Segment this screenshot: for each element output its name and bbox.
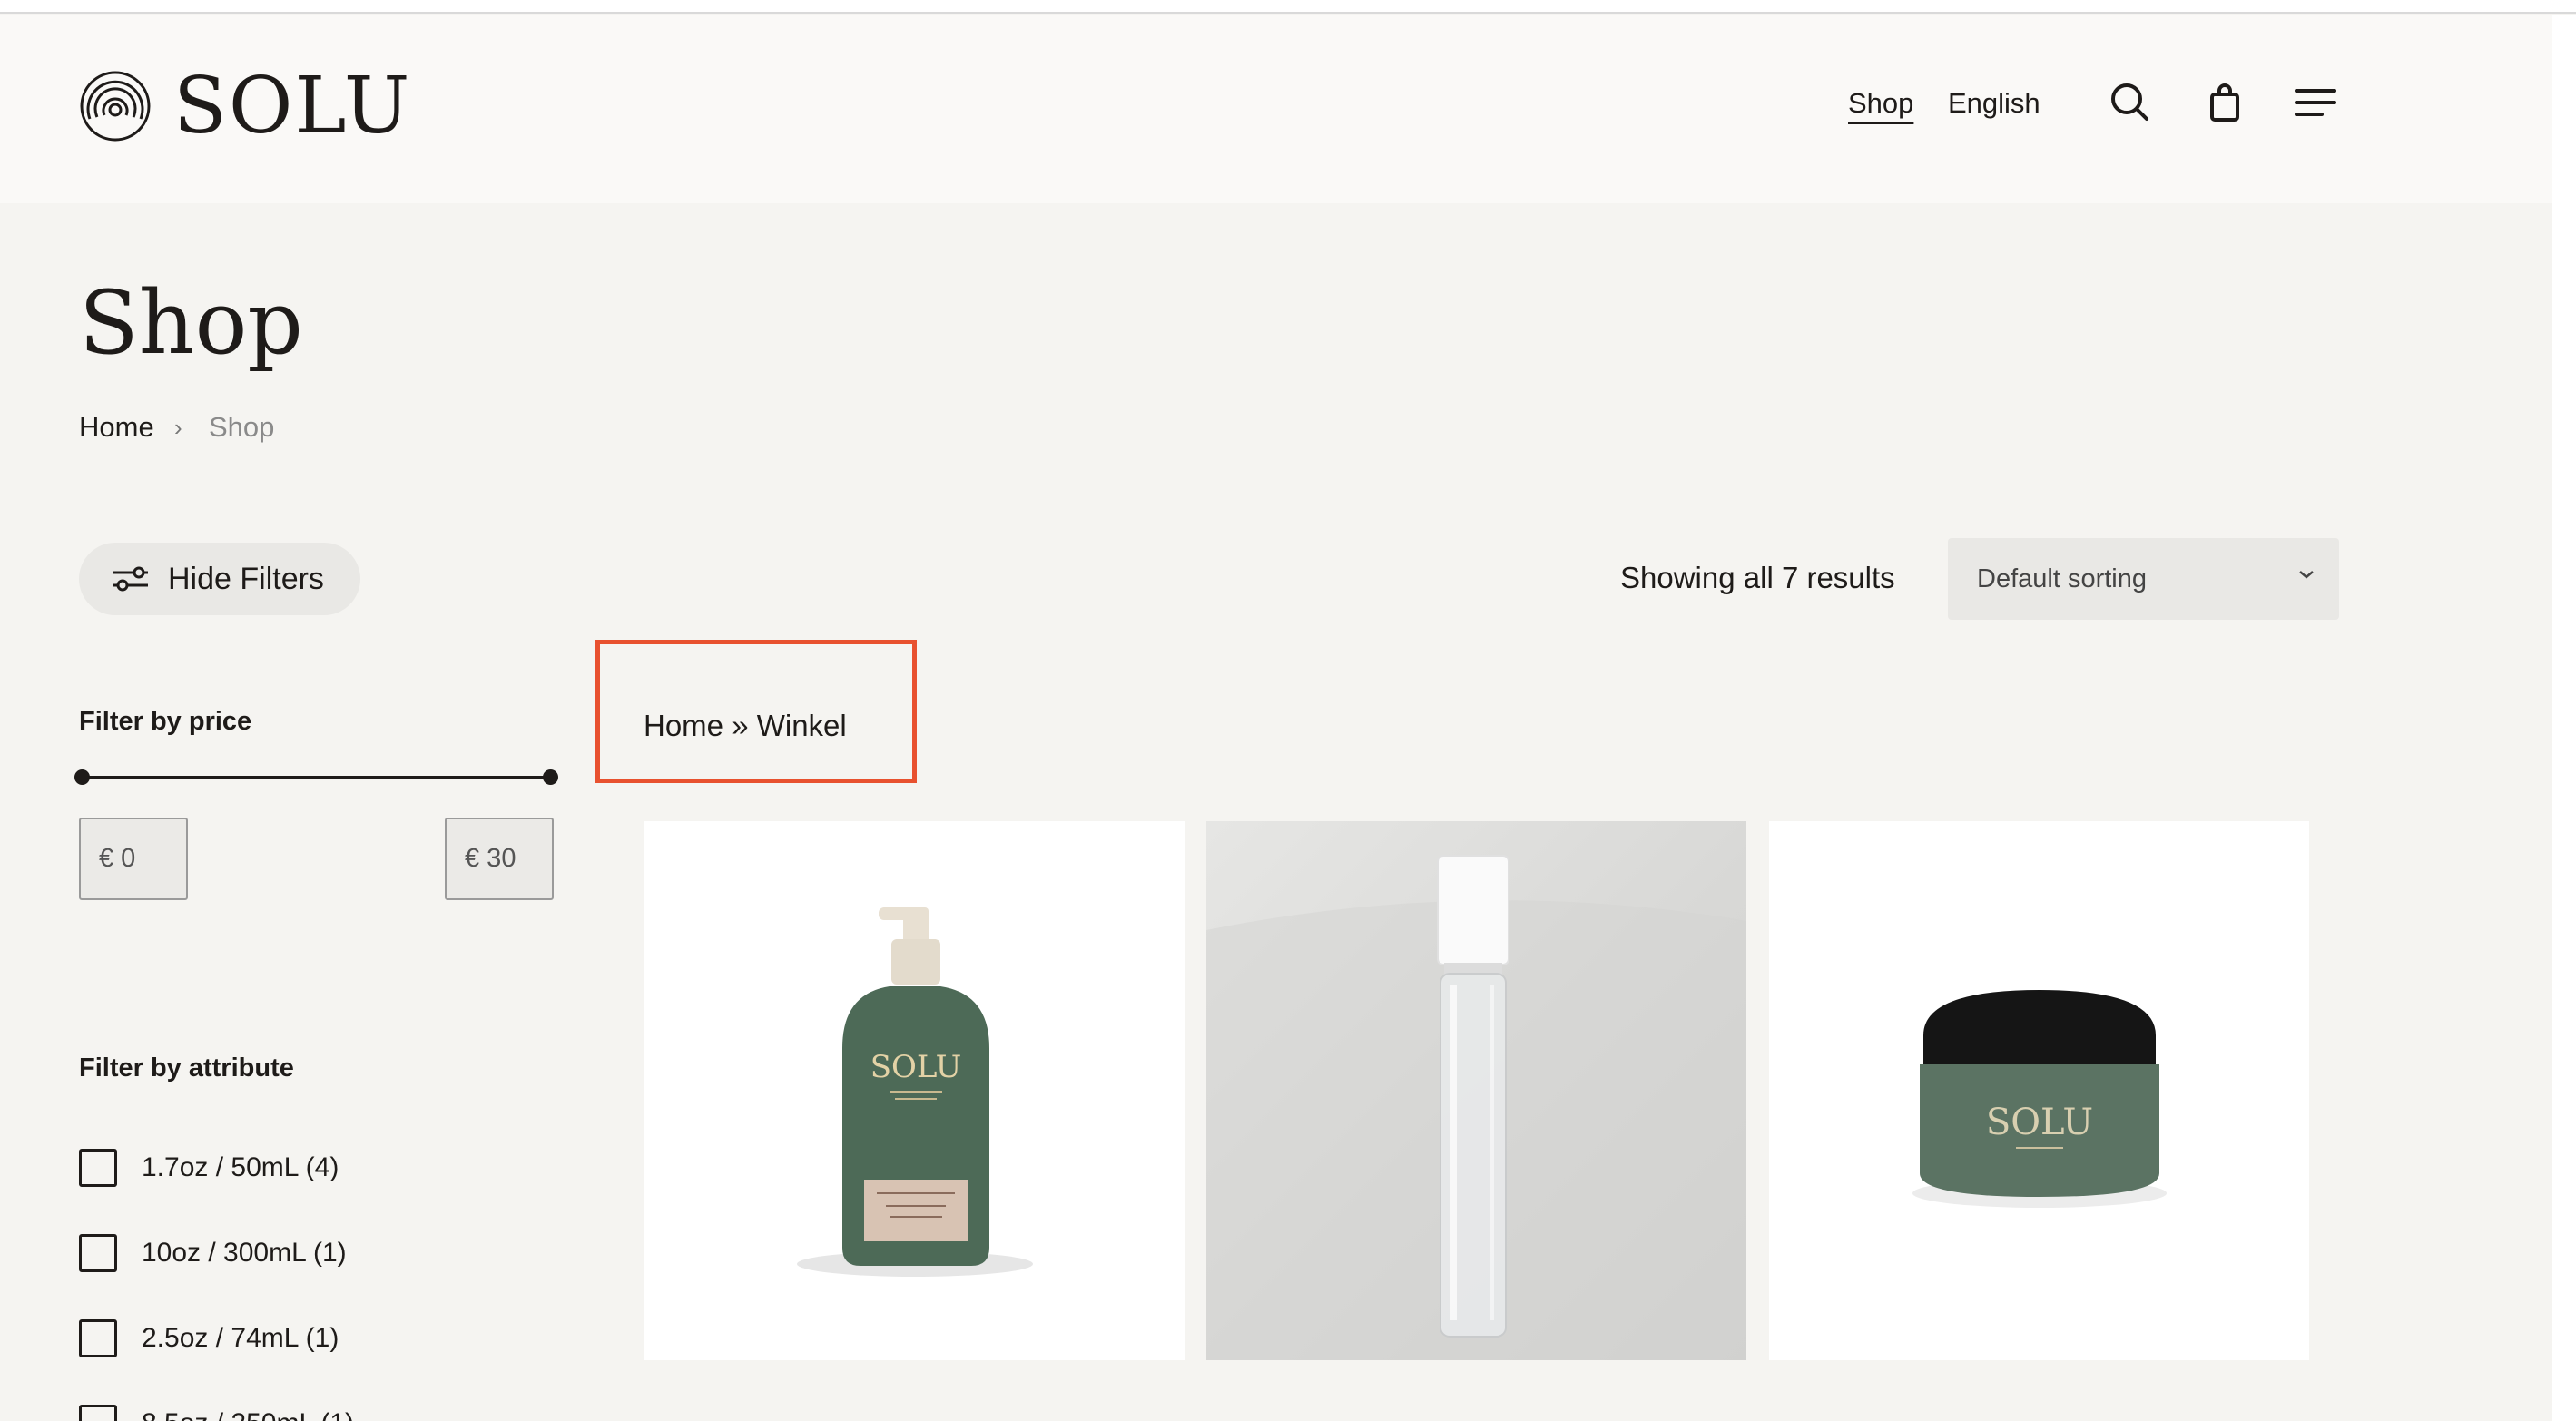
browser-top-line — [0, 0, 2576, 14]
breadcrumb-home[interactable]: Home — [79, 411, 154, 444]
bag-icon[interactable] — [2209, 83, 2240, 122]
site-logo[interactable]: SOLU — [79, 67, 411, 145]
product-image-jar: SOLU — [1912, 990, 2167, 1208]
attribute-option-label: 1.7oz / 50mL (4) — [142, 1152, 339, 1182]
logo-rings-icon — [80, 71, 151, 142]
product-card[interactable]: SOLU — [644, 821, 1185, 1360]
hide-filters-button[interactable]: Hide Filters — [79, 543, 360, 615]
sort-selected-value: Default sorting — [1977, 564, 2147, 593]
chevron-down-icon — [2299, 571, 2314, 579]
menu-icon[interactable] — [2295, 87, 2336, 118]
attribute-checkbox[interactable] — [79, 1405, 117, 1421]
page-title: Shop — [79, 272, 303, 374]
nav-shop-link[interactable]: Shop — [1848, 87, 1913, 120]
price-max-label: € 30 — [465, 844, 516, 873]
price-slider-max-handle[interactable] — [543, 769, 558, 785]
svg-text:SOLU: SOLU — [870, 1049, 962, 1085]
page-edge — [2552, 15, 2576, 1421]
product-image-pump-bottle: SOLU — [797, 907, 1033, 1277]
language-switcher[interactable]: English — [1948, 87, 2040, 120]
price-slider-track[interactable] — [82, 776, 550, 779]
attribute-option[interactable]: 10oz / 300mL (1) — [79, 1234, 347, 1272]
price-min-label: € 0 — [99, 844, 136, 873]
breadcrumb-separator: › — [174, 414, 182, 441]
svg-text:SOLU: SOLU — [1986, 1102, 2093, 1143]
seo-breadcrumb[interactable]: Home » Winkel — [644, 709, 847, 743]
attribute-option-label: 10oz / 300mL (1) — [142, 1238, 347, 1268]
attribute-option-label: 8.5oz / 250mL (1) — [142, 1408, 354, 1421]
attribute-checkbox[interactable] — [79, 1234, 117, 1272]
attribute-option-label: 2.5oz / 74mL (1) — [142, 1323, 339, 1353]
product-card[interactable] — [1206, 821, 1746, 1360]
breadcrumb-current: Shop — [209, 411, 275, 443]
filter-sliders-icon — [113, 566, 148, 592]
filter-price-heading: Filter by price — [79, 707, 252, 736]
price-min-box: € 0 — [79, 818, 188, 900]
search-icon[interactable] — [2109, 82, 2149, 122]
results-count: Showing all 7 results — [1620, 561, 1895, 594]
attribute-option[interactable]: 1.7oz / 50mL (4) — [79, 1149, 339, 1187]
sort-dropdown[interactable]: Default sorting — [1948, 538, 2339, 620]
product-card[interactable]: SOLU — [1769, 821, 2309, 1360]
price-max-box: € 30 — [445, 818, 554, 900]
attribute-checkbox[interactable] — [79, 1319, 117, 1357]
product-image-clear-bottle — [1206, 855, 1746, 1360]
attribute-option[interactable]: 8.5oz / 250mL (1) — [79, 1405, 354, 1421]
attribute-option[interactable]: 2.5oz / 74mL (1) — [79, 1319, 339, 1357]
brand-name: SOLU — [173, 61, 412, 152]
hide-filters-label: Hide Filters — [168, 561, 324, 596]
filter-attribute-heading: Filter by attribute — [79, 1054, 294, 1083]
attribute-checkbox[interactable] — [79, 1149, 117, 1187]
price-slider-min-handle[interactable] — [74, 769, 90, 785]
